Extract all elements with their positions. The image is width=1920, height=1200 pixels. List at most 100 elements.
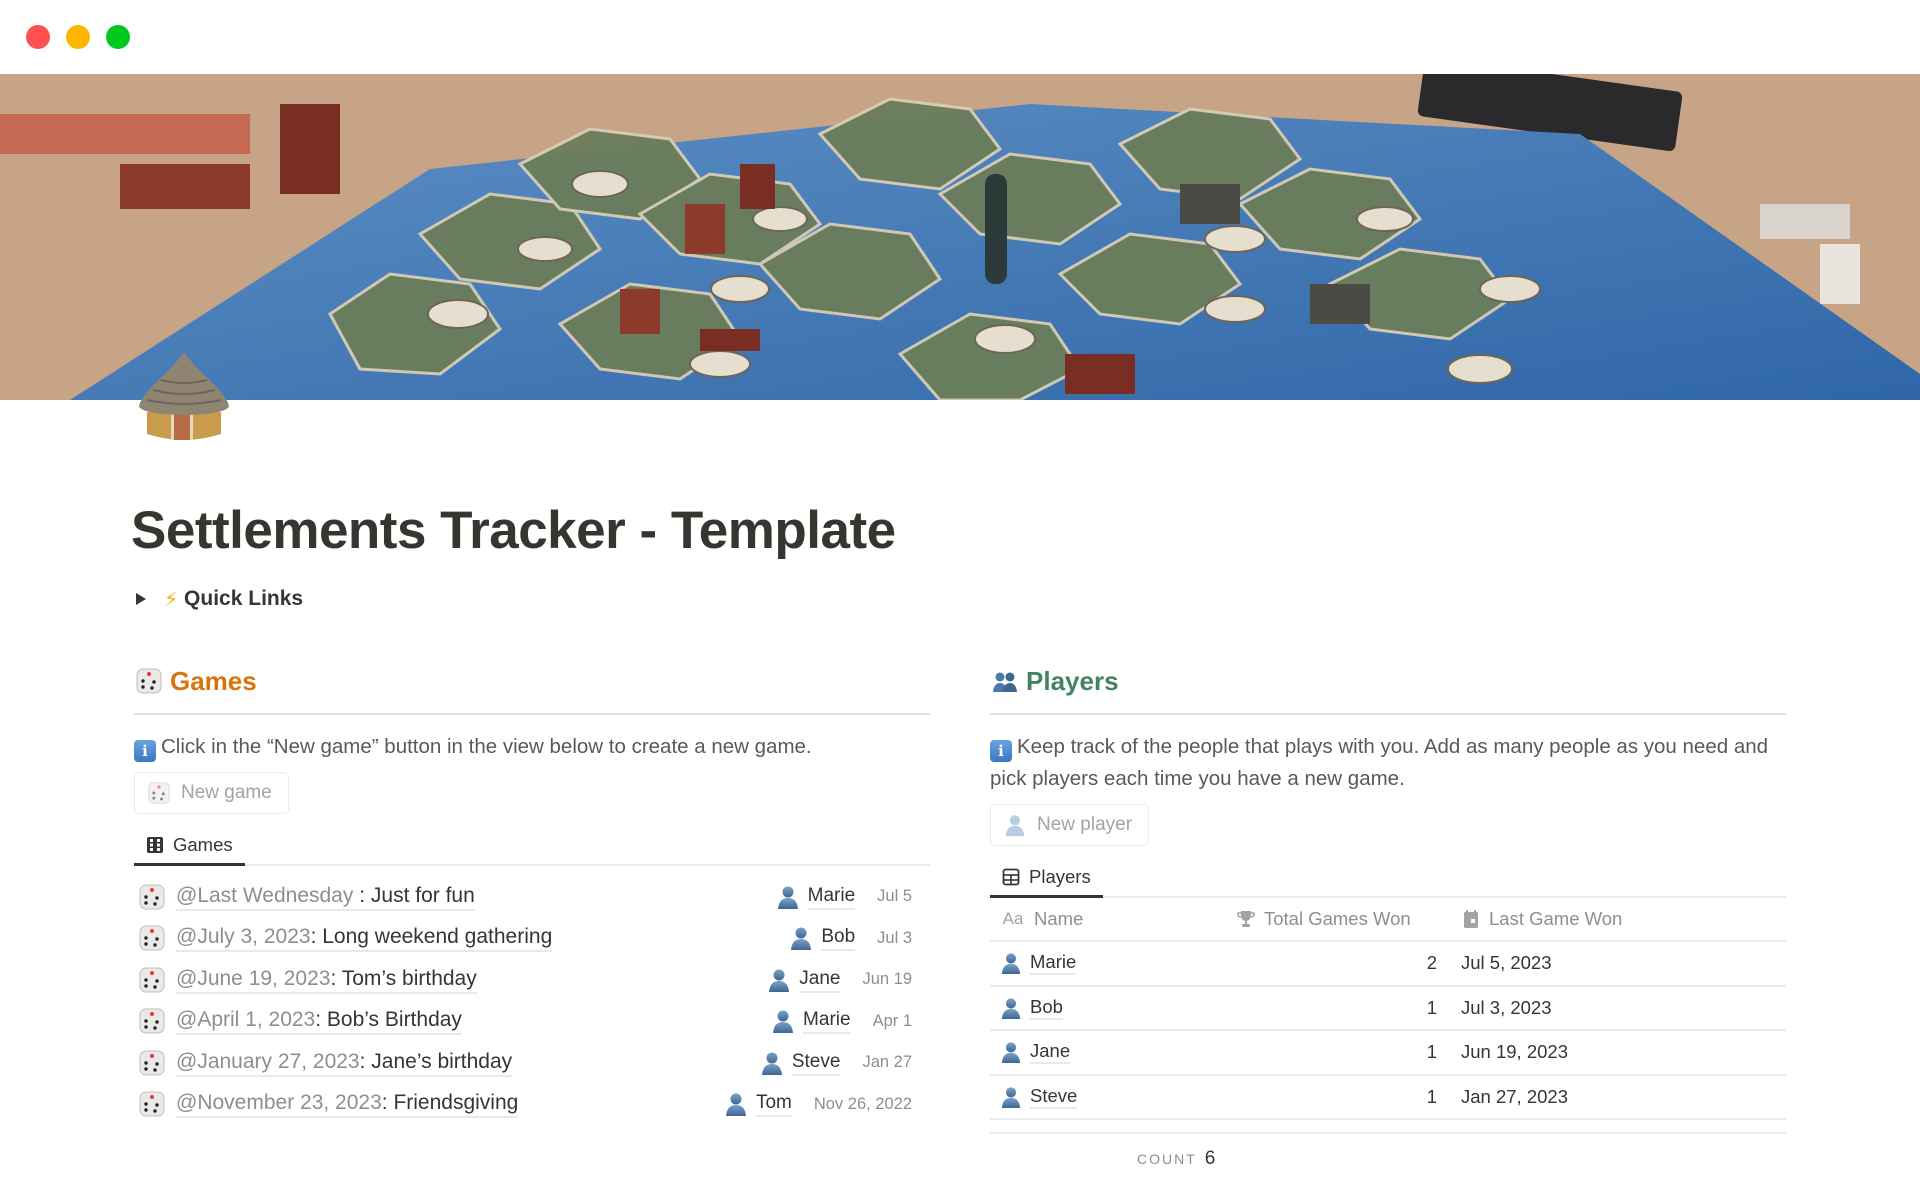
info-icon: i xyxy=(990,740,1012,762)
game-meta: Bob Jul 3 xyxy=(789,925,912,952)
games-divider xyxy=(134,713,930,715)
cell-total-games-won[interactable]: 1 xyxy=(1224,1086,1449,1108)
person-icon xyxy=(791,927,812,951)
cell-name[interactable]: Bob xyxy=(990,995,1224,1021)
date-mention[interactable]: @July 3, 2023 xyxy=(176,925,311,948)
table-header: Aa Name Total Games Won Last Game Won xyxy=(990,898,1786,942)
game-date: Apr 1 xyxy=(872,1011,912,1030)
title-separator: : xyxy=(330,966,342,990)
game-title[interactable]: @June 19, 2023: Tom’s birthday xyxy=(176,966,477,994)
cell-last-game-won[interactable]: Jan 27, 2023 xyxy=(1449,1086,1568,1108)
players-section: Players i Keep track of the people that p… xyxy=(990,660,1786,1134)
cell-total-games-won[interactable]: 1 xyxy=(1224,1041,1449,1063)
player-name[interactable]: Jane xyxy=(1030,1040,1071,1065)
game-list-item[interactable]: @June 19, 2023: Tom’s birthday Jane Jun 19 xyxy=(134,959,930,1001)
cell-last-game-won[interactable]: Jun 19, 2023 xyxy=(1449,1041,1568,1063)
date-mention[interactable]: @January 27, 2023 xyxy=(176,1050,360,1073)
game-list-item[interactable]: @November 23, 2023: Friendsgiving Tom Nov … xyxy=(134,1084,930,1126)
player-name[interactable]: Marie xyxy=(1030,951,1077,976)
winner-relation[interactable]: Tom xyxy=(755,1091,792,1118)
game-title[interactable]: @July 3, 2023: Long weekend gathering xyxy=(176,924,553,953)
new-player-button[interactable]: New player xyxy=(990,804,1150,846)
game-title[interactable]: @November 23, 2023: Friendsgiving xyxy=(176,1090,519,1119)
person-icon xyxy=(1001,953,1021,975)
zoom-window-button[interactable] xyxy=(106,25,130,49)
person-icon xyxy=(1005,815,1025,837)
dice-icon xyxy=(139,967,165,993)
cell-name[interactable]: Marie xyxy=(990,950,1224,976)
page-cover-image[interactable] xyxy=(0,74,1920,400)
game-name: Long weekend gathering xyxy=(322,925,553,949)
person-icon xyxy=(725,1093,746,1117)
table-row[interactable]: Jane 1 Jun 19, 2023 xyxy=(990,1031,1786,1076)
date-mention[interactable]: @April 1, 2023 xyxy=(176,1008,315,1031)
winner-relation[interactable]: Jane xyxy=(799,967,841,993)
cell-total-games-won[interactable]: 2 xyxy=(1224,952,1449,974)
games-list: @Last Wednesday : Just for fun Marie Jul 5… xyxy=(134,876,930,1125)
player-name[interactable]: Steve xyxy=(1030,1085,1078,1109)
winner-relation[interactable]: Steve xyxy=(791,1050,841,1076)
cell-name[interactable]: Jane xyxy=(990,1039,1224,1065)
column-header-total-games-won[interactable]: Total Games Won xyxy=(1224,908,1449,930)
dice-icon xyxy=(148,782,170,804)
text-property-icon: Aa xyxy=(1002,909,1024,928)
game-meta: Steve Jan 27 xyxy=(760,1050,912,1076)
players-table: Aa Name Total Games Won Last Game Won Ma… xyxy=(990,898,1786,1134)
table-row[interactable]: Bob 1 Jul 3, 2023 xyxy=(990,987,1786,1031)
date-mention[interactable]: @Last Wednesday xyxy=(176,884,353,907)
dice-icon xyxy=(139,1050,165,1076)
trophy-icon xyxy=(1236,909,1256,929)
game-list-item[interactable]: @January 27, 2023: Jane’s birthday Steve J… xyxy=(134,1042,930,1084)
dice-icon xyxy=(139,884,165,910)
count-label: COUNT xyxy=(1137,1151,1197,1167)
person-icon xyxy=(1001,1042,1021,1064)
quick-links-toggle[interactable]: ⚡ Quick Links xyxy=(136,584,303,614)
game-title[interactable]: @April 1, 2023: Bob’s Birthday xyxy=(176,1007,462,1036)
title-separator: : xyxy=(381,1091,394,1115)
game-list-item[interactable]: @Last Wednesday : Just for fun Marie Jul 5 xyxy=(134,876,930,918)
players-heading-text: Players xyxy=(1026,665,1119,696)
hut-icon[interactable] xyxy=(133,350,235,446)
game-name: Bob’s Birthday xyxy=(326,1008,462,1032)
tab-games-list[interactable]: Games xyxy=(134,826,245,866)
column-header-last-game-won[interactable]: Last Game Won xyxy=(1449,908,1622,930)
table-row-partial[interactable] xyxy=(990,1120,1786,1134)
player-name[interactable]: Bob xyxy=(1030,996,1063,1020)
new-game-button[interactable]: New game xyxy=(134,772,289,814)
games-view-tabs: Games xyxy=(134,826,930,866)
toggle-triangle-icon[interactable] xyxy=(136,593,146,605)
game-title[interactable]: @January 27, 2023: Jane’s birthday xyxy=(176,1049,513,1077)
info-icon: i xyxy=(134,740,156,762)
game-list-item[interactable]: @April 1, 2023: Bob’s Birthday Marie Apr 1 xyxy=(134,1001,930,1043)
table-row[interactable]: Steve 1 Jan 27, 2023 xyxy=(990,1076,1786,1120)
dice-icon xyxy=(134,666,164,696)
game-title[interactable]: @Last Wednesday : Just for fun xyxy=(176,883,475,911)
date-mention[interactable]: @June 19, 2023 xyxy=(176,967,330,990)
game-name: Jane’s birthday xyxy=(371,1049,513,1073)
title-separator: : xyxy=(310,925,323,949)
game-name: Friendsgiving xyxy=(393,1091,519,1115)
cell-name[interactable]: Steve xyxy=(990,1084,1224,1110)
game-meta: Tom Nov 26, 2022 xyxy=(724,1091,912,1118)
tab-players-table[interactable]: Players xyxy=(990,858,1103,898)
cell-total-games-won[interactable]: 1 xyxy=(1224,997,1449,1019)
winner-relation[interactable]: Marie xyxy=(807,884,856,910)
winner-relation[interactable]: Bob xyxy=(821,925,856,952)
cell-last-game-won[interactable]: Jul 5, 2023 xyxy=(1449,952,1552,974)
players-note-text: Keep track of the people that plays with… xyxy=(990,735,1769,790)
game-list-item[interactable]: @July 3, 2023: Long weekend gathering Bob… xyxy=(134,918,930,960)
winner-relation[interactable]: Marie xyxy=(803,1008,851,1035)
column-header-name[interactable]: Aa Name xyxy=(990,908,1224,930)
date-mention[interactable]: @November 23, 2023 xyxy=(176,1091,382,1114)
cell-last-game-won[interactable]: Jul 3, 2023 xyxy=(1449,997,1552,1019)
game-date: Jan 27 xyxy=(862,1053,912,1072)
minimize-window-button[interactable] xyxy=(66,25,90,49)
game-meta: Marie Jul 5 xyxy=(776,884,912,910)
table-view-icon xyxy=(1002,868,1020,885)
game-meta: Marie Apr 1 xyxy=(771,1008,912,1035)
tab-players-label: Players xyxy=(1029,865,1091,887)
close-window-button[interactable] xyxy=(26,25,50,49)
list-view-icon xyxy=(147,836,163,853)
new-game-label: New game xyxy=(181,782,272,803)
table-row[interactable]: Marie 2 Jul 5, 2023 xyxy=(990,942,1786,987)
